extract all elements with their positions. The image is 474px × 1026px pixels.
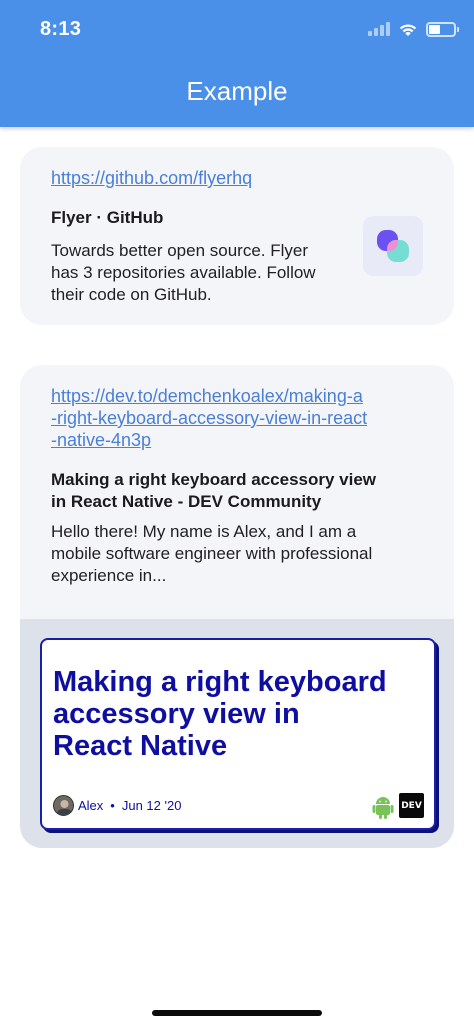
android-icon bbox=[372, 797, 394, 819]
status-icons bbox=[368, 18, 459, 40]
home-indicator[interactable] bbox=[152, 1010, 322, 1016]
battery-icon bbox=[426, 21, 459, 37]
preview-thumbnail[interactable] bbox=[363, 216, 423, 276]
post-date: Jun 12 '20 bbox=[121, 798, 182, 813]
wifi-icon bbox=[399, 23, 417, 36]
image-author-line: Alex • Jun 12 '20 bbox=[53, 795, 181, 816]
preview-image[interactable]: Making a right keyboard accessory view i… bbox=[40, 638, 436, 830]
image-title: Making a right keyboard accessory view i… bbox=[53, 666, 387, 762]
preview-title: Making a right keyboard accessory view i… bbox=[51, 470, 377, 511]
separator: • bbox=[110, 798, 115, 813]
signal-icon bbox=[368, 22, 390, 36]
preview-url-link[interactable]: https://github.com/flyerhq bbox=[51, 167, 252, 189]
dev-logo-icon: DEV bbox=[399, 793, 424, 818]
link-preview-card-github[interactable]: https://github.com/flyerhq Flyer · GitHu… bbox=[20, 147, 454, 325]
preview-description: Towards better open source. Flyer has 3 … bbox=[51, 241, 316, 304]
status-time: 8:13 bbox=[40, 18, 82, 40]
flyer-logo-icon bbox=[377, 230, 409, 262]
preview-image-area[interactable]: Making a right keyboard accessory view i… bbox=[20, 619, 454, 848]
avatar bbox=[53, 795, 74, 816]
preview-url-link[interactable]: https://dev.to/demchenkoalex/making-a -r… bbox=[51, 385, 367, 451]
preview-description: Hello there! My name is Alex, and I am a… bbox=[51, 522, 373, 585]
link-preview-card-dev[interactable]: https://dev.to/demchenkoalex/making-a -r… bbox=[20, 365, 454, 848]
author-name: Alex bbox=[78, 798, 104, 813]
preview-title: Flyer · GitHub bbox=[51, 208, 164, 227]
page-title: Example bbox=[186, 76, 288, 106]
app-header: 8:13 Example bbox=[0, 0, 474, 127]
